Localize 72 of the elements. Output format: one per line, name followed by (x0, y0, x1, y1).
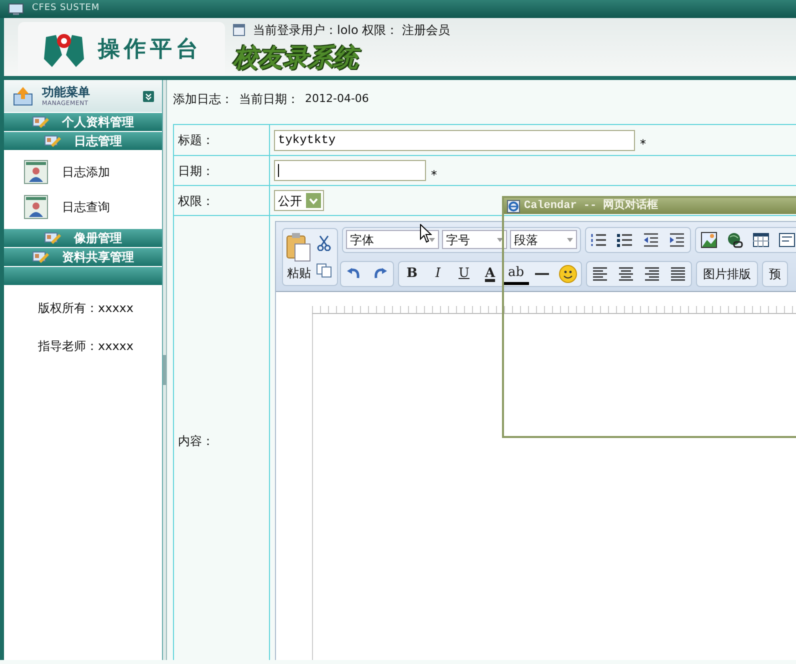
id-card-pencil-icon (44, 134, 62, 148)
bold-button[interactable]: B (399, 262, 425, 285)
menu-section[interactable]: 个人资料管理 (4, 113, 162, 131)
paste-button[interactable]: 粘贴 (286, 232, 312, 282)
user-document-icon (24, 160, 48, 184)
document-frame-icon (779, 232, 795, 246)
outdent-icon (643, 232, 659, 246)
user-info: 当前登录用户：lolo 权限： 注册会员 (253, 22, 450, 39)
window-title: CFES SUSTEM (32, 2, 100, 16)
table-icon (753, 232, 769, 246)
text-field[interactable] (274, 160, 426, 181)
menu-section[interactable]: 日志管理 (4, 132, 162, 150)
footer-text: 指导老师：xxxxx (38, 338, 135, 355)
field-label: 内容： (178, 432, 214, 450)
user-document-icon (24, 194, 48, 218)
upload-box-icon (12, 85, 34, 107)
caret-icon (497, 238, 503, 242)
platform-title: 操作平台 (98, 36, 202, 64)
toolbar-dropdown[interactable]: 字体 (346, 230, 439, 249)
system-title: 校友录系统 (233, 45, 450, 70)
required-mark: * (431, 166, 437, 184)
collapse-icon[interactable] (143, 90, 154, 102)
smiley-icon (559, 264, 577, 282)
justify-icon (670, 266, 686, 282)
window-icon (233, 24, 245, 36)
horizontal-line-icon (535, 272, 549, 274)
toolbar-text-button[interactable]: 预 (762, 260, 788, 286)
toolbar-dropdown[interactable]: 字号 (442, 230, 507, 249)
numbered-list-icon (591, 232, 607, 246)
redo-icon (373, 268, 387, 280)
toolbar-text-button[interactable]: 图片排版 (696, 260, 758, 286)
align-left-icon (592, 266, 608, 282)
menu-item[interactable]: 日志添加 (62, 162, 110, 180)
clipboard-icon (286, 232, 312, 262)
field-label: 日期： (178, 162, 214, 180)
menu-item[interactable]: 日志查询 (62, 198, 110, 216)
underline-button[interactable]: U (451, 262, 477, 285)
id-card-pencil-icon (44, 231, 62, 245)
font-color-button[interactable]: A (477, 262, 503, 285)
page-heading: 添加日志： (173, 91, 233, 108)
caret-icon (567, 238, 573, 242)
required-mark: * (640, 136, 646, 153)
indent-icon (669, 232, 685, 246)
menu-section[interactable]: 资料共享管理 (4, 248, 162, 266)
id-card-pencil-icon (32, 115, 50, 129)
field-label: 权限： (178, 192, 214, 210)
align-center-icon (618, 266, 634, 282)
dialog-title: Calendar -- 网页对话框 (524, 198, 658, 214)
date-label: 当前日期： (239, 91, 299, 108)
toolbar-dropdown[interactable]: 段落 (510, 230, 577, 249)
menu-section[interactable]: 像册管理 (4, 229, 162, 247)
italic-button[interactable]: I (425, 262, 451, 285)
globe-icon (727, 232, 743, 248)
copy-button[interactable] (314, 260, 334, 280)
field-label: 标题： (178, 132, 214, 149)
text-field[interactable]: tykytkty (274, 130, 635, 150)
current-date: 2012-04-06 (305, 90, 369, 107)
menu-title: 功能菜单 (42, 84, 91, 100)
footer-text: 版权所有：xxxxx (38, 300, 135, 317)
caret-icon (429, 238, 435, 242)
landscape-picture-icon (701, 232, 717, 248)
mouse-pointer-icon (420, 224, 432, 243)
align-right-icon (644, 266, 660, 282)
bullet-list-icon (617, 232, 633, 246)
copy-icon (316, 263, 332, 278)
permission-select[interactable]: 公开 (274, 190, 324, 211)
id-card-pencil-icon (32, 250, 50, 264)
undo-icon (347, 268, 361, 280)
monitor-icon (8, 2, 24, 16)
browser-e-icon (507, 200, 520, 212)
scissors-icon (317, 234, 331, 250)
highlight-button[interactable]: ab (503, 262, 529, 285)
